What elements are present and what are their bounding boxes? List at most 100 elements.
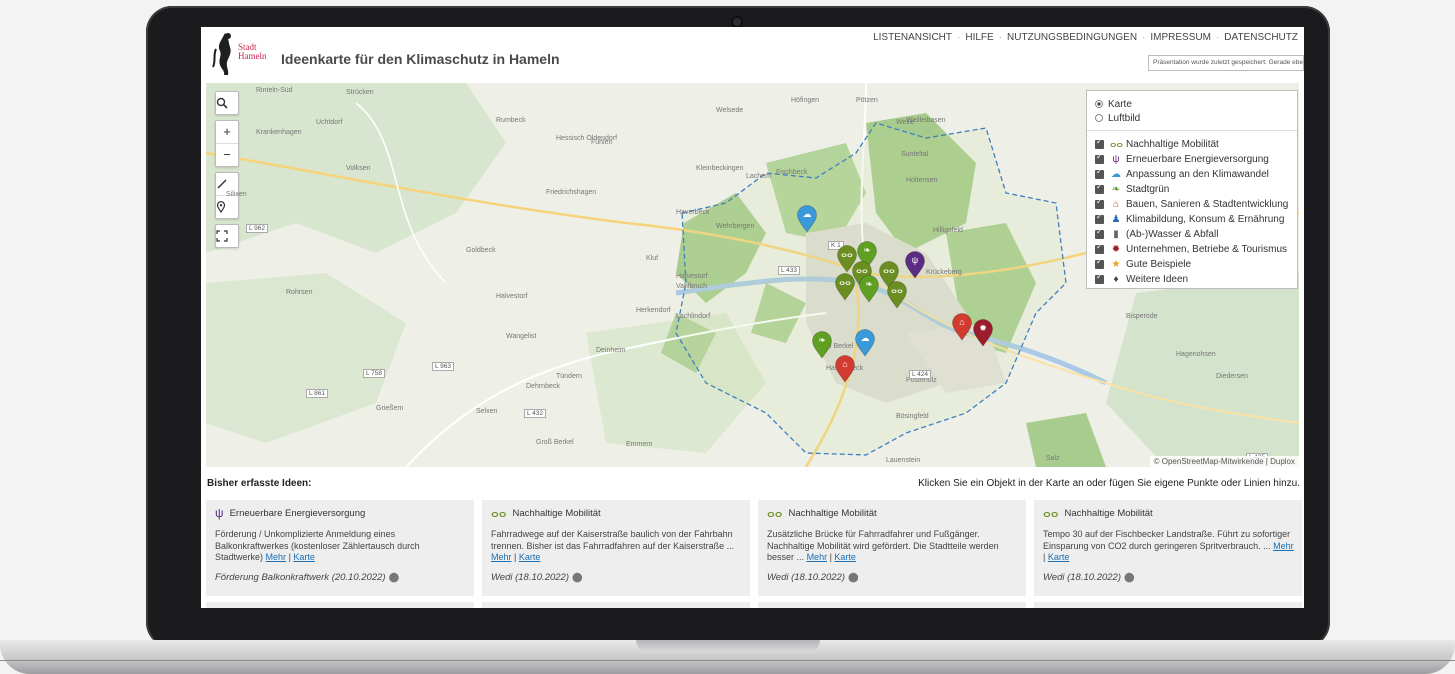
idea-card[interactable]: ⴰⴰ Nachhaltige Mobilität Tempo 30 auf der … <box>1034 500 1302 596</box>
overlay-item[interactable]: ▮ (Ab-)Wasser & Abfall <box>1095 227 1218 241</box>
idea-card-category: ⴰⴰ Nachhaltige Mobilität <box>491 507 601 520</box>
leaf-icon: ❧ <box>1111 183 1121 195</box>
overlay-label: Stadtgrün <box>1126 183 1170 195</box>
map-marker[interactable]: ⌂ <box>951 313 973 341</box>
overlay-checkbox[interactable] <box>1095 182 1104 194</box>
idea-author-date: Wedi (18.10.2022) <box>491 572 569 583</box>
map-marker[interactable]: ψ <box>904 251 926 279</box>
overlay-checkbox[interactable] <box>1095 197 1104 209</box>
overlay-item[interactable]: ❧ Stadtgrün <box>1095 182 1169 196</box>
bicycle-icon: ⴰⴰ <box>841 249 853 259</box>
overlay-item[interactable]: ψ Erneuerbare Energieversorgung <box>1095 152 1269 166</box>
more-link[interactable]: Mehr <box>266 552 287 562</box>
zoom-in-icon[interactable]: + <box>216 121 238 143</box>
idea-card[interactable]: ψ Erneuerbare Energieversorgung Förderung … <box>206 500 474 596</box>
map-marker[interactable]: ❧ <box>858 275 880 303</box>
radio-karte[interactable] <box>1095 100 1103 108</box>
layer-panel-divider <box>1087 130 1297 131</box>
map-link[interactable]: Karte <box>1048 552 1070 562</box>
road-label: L 758 <box>363 369 386 378</box>
place-label: Bisperode <box>1126 313 1158 320</box>
nav-datenschutz[interactable]: DATENSCHUTZ <box>1224 32 1298 43</box>
radio-luftbild[interactable] <box>1095 114 1103 122</box>
overlay-label: (Ab-)Wasser & Abfall <box>1126 228 1219 240</box>
idea-card-footer: Wedi (18.10.2022) ⬤ <box>491 572 583 584</box>
map-marker[interactable]: ✹ <box>972 319 994 347</box>
gear-icon: ✹ <box>1111 243 1121 255</box>
place-marker-icon[interactable] <box>216 195 238 218</box>
place-label: Wehrbergen <box>716 223 755 230</box>
place-label: Kluf <box>646 255 659 262</box>
more-link[interactable]: Mehr <box>807 552 828 562</box>
nav-separator: · <box>1142 32 1146 43</box>
bicycle-icon: ⴰⴰ <box>891 285 903 295</box>
nav-nutzungsbedingungen[interactable]: NUTZUNGSBEDINGUNGEN <box>1007 32 1137 43</box>
map-fullscreen-control <box>215 224 239 248</box>
more-link[interactable]: Mehr <box>491 552 512 562</box>
plug-icon: ψ <box>911 255 919 265</box>
overlay-checkbox[interactable] <box>1095 152 1104 164</box>
stadt-hameln-logo[interactable]: Stadt Hameln <box>207 31 267 77</box>
overlay-checkbox[interactable] <box>1095 212 1104 224</box>
location-pin-icon[interactable]: ⬤ <box>1124 572 1135 583</box>
overlay-item[interactable]: ★ Gute Beispiele <box>1095 257 1191 271</box>
map-marker[interactable]: ⌂ <box>834 355 856 383</box>
overlay-checkbox[interactable] <box>1095 257 1104 269</box>
laptop-notch <box>636 640 820 652</box>
location-pin-icon[interactable]: ⬤ <box>848 572 859 583</box>
place-label: Halvestorf <box>496 293 528 300</box>
place-label: Deinheim <box>596 347 626 354</box>
map-marker[interactable]: ❧ <box>811 331 833 359</box>
trash-icon: ▮ <box>1113 228 1119 240</box>
overlay-checkbox[interactable] <box>1095 272 1104 284</box>
road-label: L 963 <box>432 362 455 371</box>
place-label: Haverbeck <box>676 209 710 216</box>
nav-listenansicht[interactable]: LISTENANSICHT <box>873 32 952 43</box>
idea-card-next-row <box>758 602 1026 608</box>
location-pin-icon[interactable]: ⬤ <box>572 572 583 583</box>
overlay-checkbox[interactable] <box>1095 242 1104 254</box>
map-marker[interactable]: ☁ <box>854 329 876 357</box>
overlay-label: Weitere Ideen <box>1126 273 1189 285</box>
map-view[interactable]: + − Rinteln-Süd Strücken Krankenhagen Uchtd… <box>206 83 1299 467</box>
overlay-item[interactable]: ⴰⴰNachhaltige Mobilität <box>1095 137 1219 151</box>
overlay-checkbox[interactable] <box>1095 227 1104 239</box>
base-layer-karte[interactable]: Karte <box>1095 97 1132 111</box>
place-label: Diedersen <box>1216 373 1248 380</box>
idea-card-text: Zusätzliche Brücke für Fahrradfahrer und… <box>767 529 999 562</box>
overlay-checkbox[interactable] <box>1095 137 1104 149</box>
nav-impressum[interactable]: IMPRESSUM <box>1150 32 1211 43</box>
idea-card[interactable]: ⴰⴰ Nachhaltige Mobilität Zusätzliche Brück… <box>758 500 1026 596</box>
overlay-item[interactable]: ✹ Unternehmen, Betriebe & Tourismus <box>1095 242 1287 256</box>
overlay-checkbox[interactable] <box>1095 167 1104 179</box>
location-pin-icon[interactable]: ⬤ <box>389 572 400 583</box>
bicycle-icon: ⴰⴰ <box>1110 138 1123 150</box>
base-layer-luftbild[interactable]: Luftbild <box>1095 111 1140 125</box>
idea-card-text: Tempo 30 auf der Fischbecker Landstraße.… <box>1043 529 1294 562</box>
map-link[interactable]: Karte <box>293 552 315 562</box>
map-marker[interactable]: ☁ <box>796 205 818 233</box>
nav-hilfe[interactable]: HILFE <box>965 32 993 43</box>
overlay-label: Unternehmen, Betriebe & Tourismus <box>1126 243 1288 255</box>
overlay-item[interactable]: ♟ Klimabildung, Konsum & Ernährung <box>1095 212 1284 226</box>
camera-icon <box>733 18 741 26</box>
map-link[interactable]: Karte <box>834 552 856 562</box>
more-link[interactable]: Mehr <box>1273 541 1294 551</box>
place-label: Halvestorf <box>676 273 708 280</box>
house-icon: ⌂ <box>1112 198 1120 210</box>
fullscreen-icon[interactable] <box>216 225 238 247</box>
map-attribution[interactable]: © OpenStreetMap-Mitwirkende | Duplox <box>1149 456 1299 467</box>
map-link[interactable]: Karte <box>519 552 541 562</box>
overlay-item[interactable]: ♦ Weitere Ideen <box>1095 272 1188 286</box>
place-label: Salz <box>1046 455 1060 462</box>
overlay-item[interactable]: ⌂ Bauen, Sanieren & Stadtentwicklung <box>1095 197 1288 211</box>
place-label: Hagenohsen <box>1176 351 1216 358</box>
place-label: Silixen <box>226 191 247 198</box>
map-marker[interactable]: ⴰⴰ <box>886 281 908 309</box>
idea-card[interactable]: ⴰⴰ Nachhaltige Mobilität Fahrradwege auf d… <box>482 500 750 596</box>
overlay-item[interactable]: ☁ Anpassung an den Klimawandel <box>1095 167 1269 181</box>
search-icon[interactable] <box>216 92 238 114</box>
zoom-out-icon[interactable]: − <box>216 143 238 166</box>
place-label: Strücken <box>346 89 374 96</box>
place-label: Dehrnbeck <box>526 383 560 390</box>
